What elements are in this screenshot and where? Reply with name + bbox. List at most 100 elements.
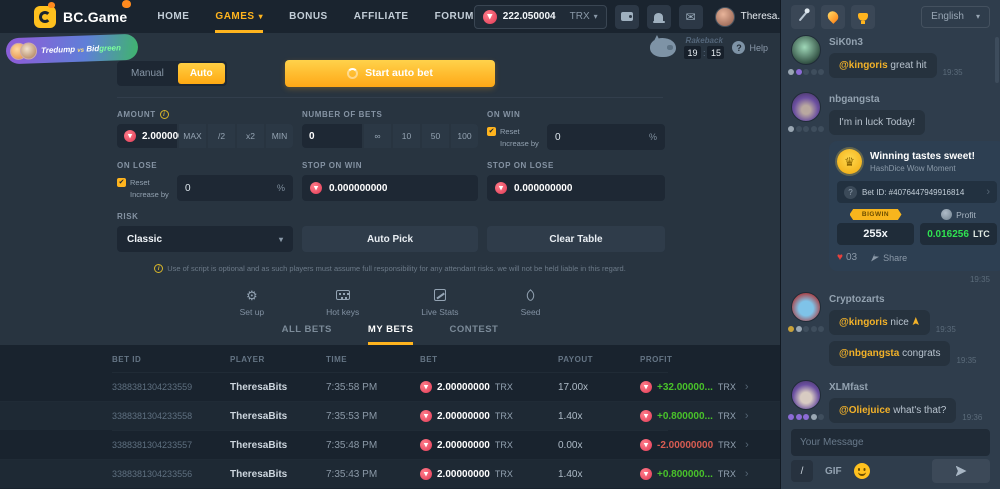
seed-button[interactable]: Seed [521,288,541,317]
auto-mode-button[interactable]: Auto [178,63,225,84]
nav-link-home[interactable]: HOME [157,0,189,33]
min-button[interactable]: MIN [266,124,293,148]
emoji-button[interactable] [854,463,870,479]
game-tools: ⚙Set up Hot keys Live Stats Seed [117,288,663,317]
divider [117,97,663,98]
language-select[interactable]: English ▾ [921,6,990,28]
nav-link-bonus[interactable]: BONUS [289,0,328,33]
logo[interactable]: BC.Game [34,6,127,28]
chevron-right-icon[interactable] [745,468,749,480]
double-button[interactable]: x2 [237,124,264,148]
bet-settings-grid: AMOUNT 2.000000 MAX /2 x2 MIN [117,110,663,252]
gif-button[interactable]: GIF [825,466,842,477]
pray-emoji-icon [912,317,920,325]
profit-currency: LTC [973,229,990,239]
slash-commands-button[interactable]: / [791,460,813,482]
nav-link-games[interactable]: GAMES▾ [215,0,263,33]
chevron-right-icon[interactable] [745,381,749,393]
promo-banner[interactable]: Tredump vs Bidgreen [6,34,139,65]
manual-mode-button[interactable]: Manual [119,63,176,84]
mention[interactable]: @nbgangsta [839,348,899,359]
like-button[interactable]: 03 [837,252,857,263]
win-card-title: Winning tastes sweet! [870,151,975,162]
share-button[interactable]: Share [871,253,907,263]
logo-hat-icon [48,2,55,8]
setup-button[interactable]: ⚙Set up [240,288,265,317]
messages-button[interactable]: ✉ [679,5,703,29]
percent-suffix: % [277,183,285,193]
table-row[interactable]: 3388381304233556 TheresaBits 7:35:43 PM … [0,459,780,488]
chat-scrollbar[interactable] [995,37,999,83]
piggy-bank-icon[interactable] [650,38,676,57]
chat-messages: SiK0n3 @kingoris great hit 19:35 nbgangs… [781,33,1000,425]
bets-50-button[interactable]: 50 [422,124,449,148]
wallet-button[interactable] [615,5,639,29]
stop-on-win-input[interactable]: 0.000000000 [302,175,478,201]
user-avatar [715,7,735,27]
promo-avatar-icon [20,42,38,60]
tab-all-bets[interactable]: ALL BETS [282,324,332,345]
win-card-subtitle: HashDice Wow Moment [870,164,975,173]
start-auto-bet-button[interactable]: Start auto bet [285,60,495,87]
on-win-reset-checkbox[interactable] [487,127,496,136]
rakeback-timer: Rakeback 19 : 15 [684,36,725,59]
table-row[interactable]: 3388381304233558 TheresaBits 7:35:53 PM … [0,401,780,430]
max-button[interactable]: MAX [179,124,206,148]
help-label: Help [749,43,768,53]
chat-message-input[interactable] [800,437,981,448]
stop-on-lose-input[interactable]: 0.000000000 [487,175,665,201]
bets-100-button[interactable]: 100 [451,124,478,148]
chat-username: XLMfast [829,382,990,393]
bets-10-button[interactable]: 10 [393,124,420,148]
mention[interactable]: @Oliejuice [839,405,890,416]
notifications-button[interactable] [647,5,671,29]
multiplier-column: BIGWIN 255x [837,209,914,245]
auto-pick-button[interactable]: Auto Pick [302,226,478,252]
message-time: 19:35 [943,68,963,78]
avatar[interactable] [791,292,821,322]
balance-selector[interactable]: 222.050004 TRX▾ [474,5,607,29]
fireball-button[interactable] [821,5,845,29]
on-win-input[interactable]: 0 % [547,124,665,150]
avatar[interactable] [791,92,821,122]
user-badges [788,126,824,132]
on-lose-input[interactable]: 0 % [177,175,293,201]
risk-select[interactable]: Classic ▾ [117,226,293,252]
avatar[interactable] [791,35,821,65]
infinity-button[interactable]: ∞ [364,124,391,148]
half-button[interactable]: /2 [208,124,235,148]
number-of-bets-label: NUMBER OF BETS [302,110,478,119]
clear-table-button[interactable]: Clear Table [487,226,665,252]
chevron-right-icon[interactable] [745,410,749,422]
percent-suffix: % [649,132,657,142]
mention[interactable]: @kingoris [839,60,888,71]
nav-link-forum[interactable]: FORUM [435,0,474,33]
help-button[interactable]: Help [732,41,768,54]
avatar[interactable] [791,380,821,410]
chevron-right-icon[interactable] [745,439,749,451]
hotkeys-button[interactable]: Hot keys [326,288,359,317]
chat-bubble: @kingoris nice [829,310,930,335]
win-card-bet-id[interactable]: Bet ID: #4076447949916814 [837,181,997,203]
tab-contest[interactable]: CONTEST [449,324,498,345]
on-lose-reset-checkbox[interactable] [117,178,126,187]
nav-link-affiliate[interactable]: AFFILIATE [354,0,409,33]
clear-table-cell: Clear Table [487,212,665,252]
contest-button[interactable] [851,5,875,29]
number-of-bets-input[interactable]: 0 [302,124,362,148]
win-share-card: Winning tastes sweet! HashDice Wow Momen… [829,141,1000,271]
chat-bubble: @nbgangsta congrats [829,341,950,366]
tab-my-bets[interactable]: MY BETS [368,324,414,345]
rain-button[interactable] [791,5,815,29]
trx-coin-icon [420,410,432,422]
coin-icon [941,209,952,220]
live-stats-button[interactable]: Live Stats [421,288,458,317]
send-message-button[interactable] [932,459,990,483]
logo-sprite-icon [122,0,131,8]
profit-column: Profit 0.016256LTC [920,209,997,245]
table-row[interactable]: 3388381304233559 TheresaBits 7:35:58 PM … [112,372,668,401]
table-row[interactable]: 3388381304233557 TheresaBits 7:35:48 PM … [112,430,668,459]
stop-on-win-label: STOP ON WIN [302,161,478,170]
amount-input[interactable]: 2.000000 [117,124,177,148]
mention[interactable]: @kingoris [839,317,888,328]
